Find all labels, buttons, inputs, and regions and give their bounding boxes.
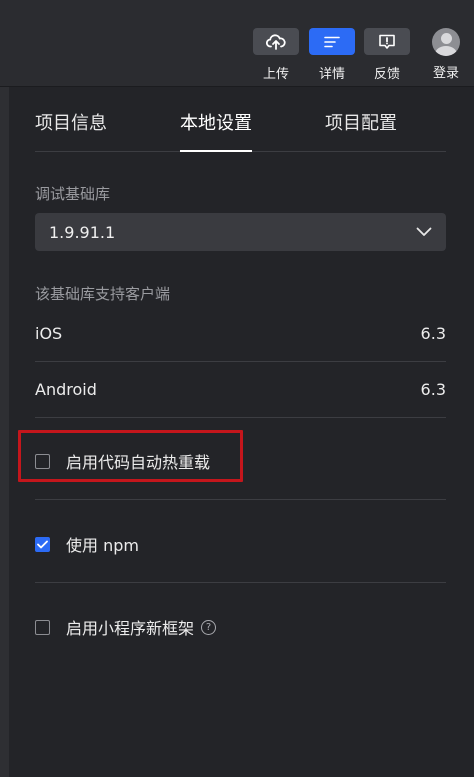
settings-panel: 项目信息 本地设置 项目配置 调试基础库 1.9.91.1 该基础库支持客户端 … [9,87,474,777]
login-label: 登录 [432,66,459,81]
details-tool[interactable]: 详情 [309,28,355,82]
login-tool[interactable]: 登录 [424,28,468,81]
client-support-label: 该基础库支持客户端 [35,285,171,303]
cloud-upload-icon [266,33,286,50]
new-framework-checkbox[interactable] [35,619,50,635]
new-framework-option[interactable]: 启用小程序新框架 ? [35,615,446,639]
hot-reload-label: 启用代码自动热重载 [66,453,211,472]
debug-library-select[interactable]: 1.9.91.1 [35,213,446,251]
use-npm-label: 使用 npm [66,536,139,555]
tab-local-settings[interactable]: 本地设置 [180,111,252,152]
new-framework-label: 启用小程序新框架 [66,619,195,638]
upload-tool[interactable]: 上传 [253,28,299,82]
checkmark-icon [37,540,48,548]
tab-project-config[interactable]: 项目配置 [325,111,397,151]
ios-support-row: iOS 6.3 [35,305,446,362]
android-support-row: Android 6.3 [35,361,446,418]
top-toolbar: 上传 详情 反馈 登录 [0,0,474,87]
android-version: 6.3 [420,379,446,399]
tab-project-info[interactable]: 项目信息 [35,111,107,151]
details-label: 详情 [318,67,345,82]
divider [35,582,446,583]
feedback-button[interactable] [364,28,410,55]
help-icon[interactable]: ? [201,619,217,635]
hot-reload-checkbox[interactable] [35,453,50,469]
debug-library-label: 调试基础库 [35,185,111,203]
use-npm-checkbox[interactable] [35,536,50,552]
left-edge-strip [0,87,9,777]
ios-version: 6.3 [420,323,446,343]
tab-bar: 项目信息 本地设置 项目配置 [35,111,446,152]
debug-library-value: 1.9.91.1 [49,222,116,242]
upload-button[interactable] [253,28,299,55]
avatar-icon[interactable] [432,28,460,56]
divider [35,499,446,500]
hot-reload-option[interactable]: 启用代码自动热重载 [35,449,446,473]
use-npm-option[interactable]: 使用 npm [35,532,446,556]
details-lines-icon [324,36,340,47]
details-button[interactable] [309,28,355,55]
feedback-label: 反馈 [373,67,400,82]
android-platform: Android [35,379,97,399]
upload-label: 上传 [262,67,289,82]
chevron-down-icon [416,227,432,236]
feedback-icon [379,34,395,49]
ios-platform: iOS [35,323,63,343]
feedback-tool[interactable]: 反馈 [364,28,410,82]
